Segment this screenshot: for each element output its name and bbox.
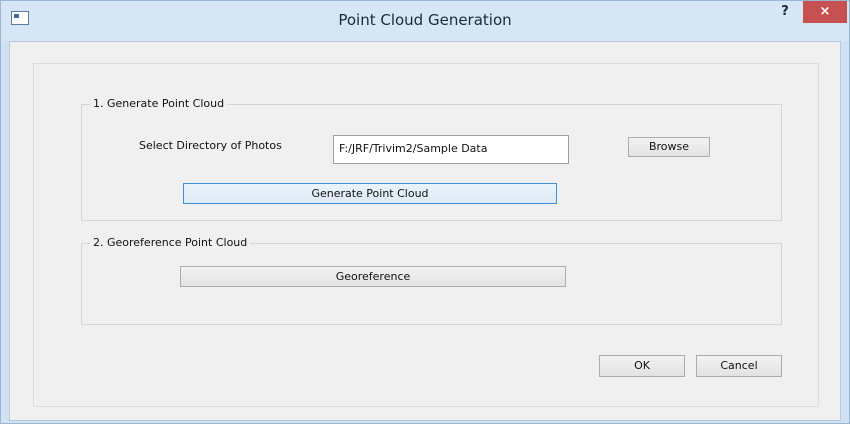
generate-point-cloud-button[interactable]: Generate Point Cloud [183, 183, 557, 204]
select-directory-label: Select Directory of Photos [139, 139, 282, 152]
georeference-button[interactable]: Georeference [180, 266, 566, 287]
window-title: Point Cloud Generation [338, 11, 512, 29]
georeference-group-title: 2. Georeference Point Cloud [90, 236, 251, 249]
ok-button[interactable]: OK [599, 355, 685, 377]
dialog-client-area: 1. Generate Point Cloud Select Directory… [9, 41, 841, 421]
close-button[interactable]: × [803, 1, 847, 23]
browse-button[interactable]: Browse [628, 137, 710, 157]
close-icon: × [819, 4, 831, 19]
georeference-point-cloud-group: 2. Georeference Point Cloud Georeference [81, 236, 782, 325]
generate-point-cloud-group: 1. Generate Point Cloud Select Directory… [81, 97, 782, 221]
dialog-window: Point Cloud Generation ? × 1. Generate P… [0, 0, 850, 424]
generate-group-title: 1. Generate Point Cloud [90, 97, 228, 110]
title-bar[interactable]: Point Cloud Generation ? × [1, 1, 849, 41]
cancel-button[interactable]: Cancel [696, 355, 782, 377]
directory-path-input[interactable]: F:/JRF/Trivim2/Sample Data [333, 135, 569, 164]
content-panel: 1. Generate Point Cloud Select Directory… [33, 63, 819, 407]
help-button[interactable]: ? [771, 1, 799, 23]
